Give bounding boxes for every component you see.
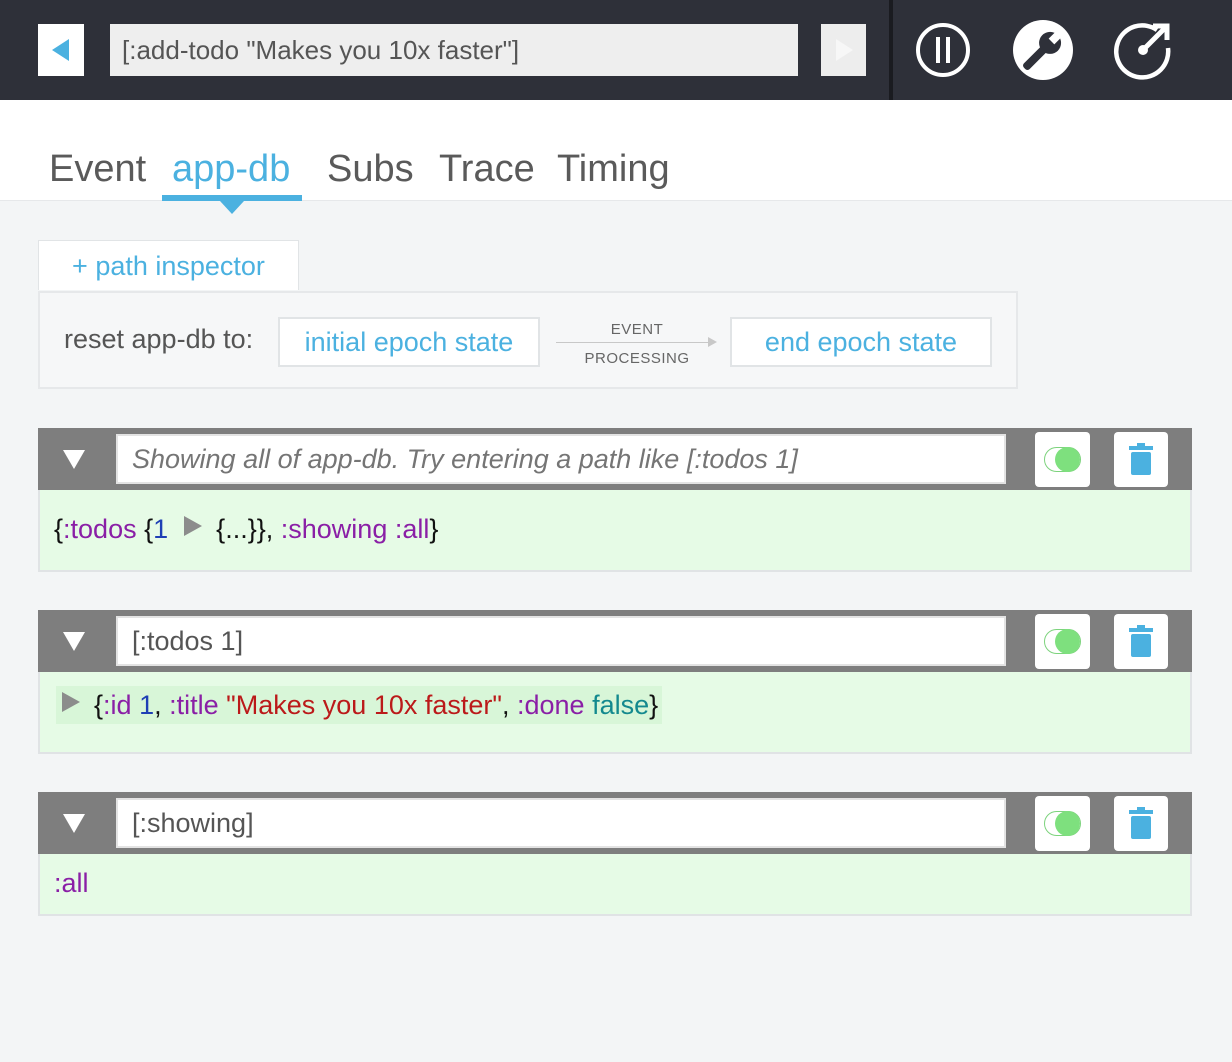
edn-value: :all [54,868,89,898]
pause-circle-icon [916,23,970,77]
popout-icon [1114,23,1171,80]
toolbar-divider [889,0,893,100]
toggle-on-icon [1055,811,1080,836]
processing-label: PROCESSING [584,350,690,367]
collapse-triangle-icon[interactable] [63,632,85,651]
tab-app-db[interactable]: app-db [172,148,290,191]
expand-triangle-icon[interactable] [184,516,203,536]
tab-trace[interactable]: Trace [439,148,535,191]
panel-value: {:id 1, :title "Makes you 10x faster", :… [38,672,1192,754]
tab-timing[interactable]: Timing [557,148,670,191]
toggle-button[interactable] [1035,614,1090,669]
popout-button[interactable] [1113,20,1173,80]
path-input[interactable] [116,616,1006,666]
toggle-on-icon [1055,629,1080,654]
tab-subs[interactable]: Subs [327,148,414,191]
add-path-inspector-button[interactable]: + path inspector [38,240,299,290]
end-epoch-state-button[interactable]: end epoch state [730,317,992,367]
toggle-on-icon [1055,447,1080,472]
tab-event[interactable]: Event [49,148,146,191]
reset-app-db-panel: reset app-db to: initial epoch state EVE… [38,291,1018,389]
collapsed-value[interactable]: {...} [216,514,257,544]
panel-value: {:todos {1 {...}}, :showing :all} [38,490,1192,572]
edn-value: {:todos {1 {...}}, :showing :all} [54,514,439,544]
wrench-icon [1013,20,1073,80]
toggle-button[interactable] [1035,796,1090,851]
triangle-left-icon [52,39,69,61]
path-input[interactable] [116,798,1006,848]
arrow-line [556,342,710,343]
event-label: EVENT [610,321,664,338]
trash-icon [1129,443,1153,475]
expand-triangle-icon[interactable] [62,692,80,712]
reset-label: reset app-db to: [64,324,254,354]
edn-value: {:id 1, :title "Makes you 10x faster", :… [56,686,663,724]
trash-icon [1129,625,1153,657]
tab-bar: Event app-db Subs Trace Timing [0,100,1232,214]
previous-event-button[interactable] [38,24,84,76]
panel-header [38,610,1192,672]
trash-icon [1129,807,1153,839]
top-toolbar: [:add-todo "Makes you 10x faster"] [0,0,1232,100]
panel-value: :all [38,854,1192,916]
current-event-display: [:add-todo "Makes you 10x faster"] [110,24,798,76]
delete-button[interactable] [1114,614,1168,669]
delete-button[interactable] [1114,432,1168,487]
settings-button[interactable] [1013,20,1073,80]
active-tab-caret [220,201,244,214]
triangle-right-icon [836,39,853,61]
panel-header [38,428,1192,490]
collapse-triangle-icon[interactable] [63,450,85,469]
delete-button[interactable] [1114,796,1168,851]
collapse-triangle-icon[interactable] [63,814,85,833]
path-input[interactable] [116,434,1006,484]
pause-button[interactable] [913,20,973,80]
toggle-button[interactable] [1035,432,1090,487]
event-processing-arrow: EVENT PROCESSING [554,317,720,367]
next-event-button[interactable] [821,24,866,76]
panel-header [38,792,1192,854]
initial-epoch-state-button[interactable]: initial epoch state [278,317,540,367]
arrow-right-icon [708,337,717,347]
